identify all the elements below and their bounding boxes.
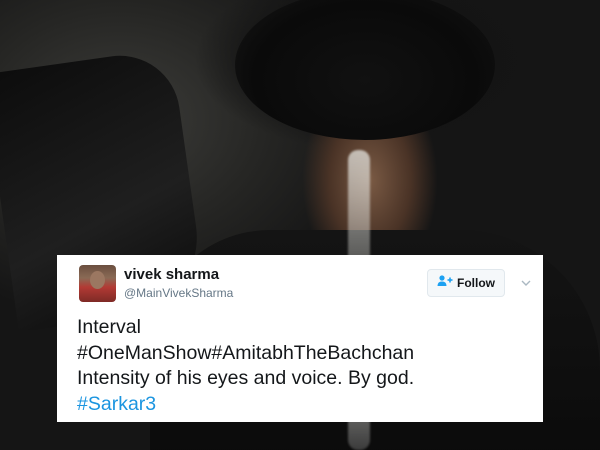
user-handle[interactable]: @MainVivekSharma: [124, 286, 233, 300]
add-user-icon: [437, 274, 453, 292]
hashtag-link[interactable]: #Sarkar3: [77, 392, 533, 418]
tweet-line-hashtags: #OneManShow#AmitabhTheBachchan: [77, 341, 415, 364]
tweet-text: Interval #OneManShow#AmitabhTheBachchan …: [77, 315, 533, 417]
photo-hair: [235, 0, 495, 140]
follow-label: Follow: [457, 276, 495, 290]
tweet-line: Interval: [77, 316, 141, 338]
tweet-line: Intensity of his eyes and voice. By god.: [77, 367, 415, 389]
display-name[interactable]: vivek sharma: [124, 266, 219, 283]
avatar-face: [90, 271, 105, 289]
user-avatar[interactable]: [79, 265, 116, 302]
chevron-down-icon[interactable]: [519, 276, 533, 290]
follow-button[interactable]: Follow: [427, 269, 505, 297]
tweet-card: vivek sharma @MainVivekSharma Follow Int…: [57, 255, 543, 422]
